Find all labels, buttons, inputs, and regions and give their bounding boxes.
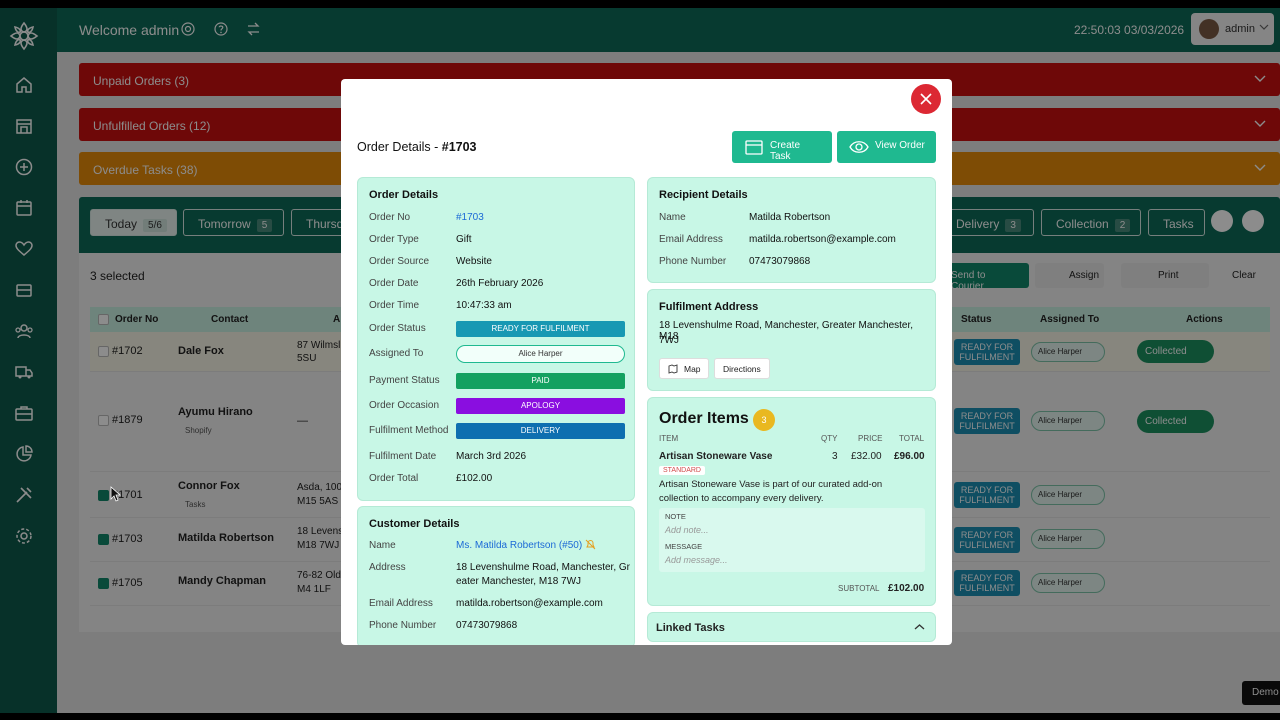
payment-status-badge: PAID [456, 373, 625, 389]
field-label: Order Type [369, 234, 419, 245]
order-items-heading: Order Items [659, 410, 749, 427]
field-label: Email Address [659, 234, 723, 245]
field-label: Fulfilment Method [369, 425, 449, 436]
item-notes: NOTE Add note... MESSAGE Add message... [659, 508, 925, 572]
note-label: NOTE [665, 512, 686, 521]
recipient-phone: 07473079868 [749, 256, 811, 267]
field-label: Order Status [369, 323, 426, 334]
field-label: Name [659, 212, 686, 223]
customer-phone: 07473079868 [456, 620, 518, 631]
field-label: Address [369, 562, 406, 573]
col-item: ITEM [659, 434, 679, 443]
item-tag: STANDARD [659, 466, 705, 475]
directions-button[interactable]: Directions [714, 358, 770, 379]
fulfilment-address: 18 Levenshulme Road, Manchester, Greater… [659, 320, 914, 342]
field-label: Assigned To [369, 348, 424, 359]
map-button[interactable]: Map [659, 358, 709, 379]
linked-tasks-label: Linked Tasks [656, 622, 725, 634]
col-price: PRICE [858, 434, 883, 443]
field-label: Order Total [369, 473, 419, 484]
occasion-badge: APOLOGY [456, 398, 625, 414]
order-status-badge: READY FOR FULFILMENT [456, 321, 625, 337]
card-heading: Fulfilment Address [659, 301, 759, 313]
subtotal-label: SUBTOTAL [838, 584, 880, 593]
col-total: TOTAL [899, 434, 925, 443]
chevron-up-icon [914, 622, 925, 636]
order-total: £102.00 [456, 473, 493, 484]
message-label: MESSAGE [665, 542, 703, 551]
fulfilment-address-card: Fulfilment Address 18 Levenshulme Road, … [647, 289, 936, 391]
app-window: Welcome admin 22:50:03 03/03/2026 admin … [0, 8, 1280, 713]
items-count-badge: 3 [753, 409, 775, 431]
item-name: Artisan Stoneware Vase [659, 451, 773, 462]
bell-off-icon [585, 539, 596, 553]
fulfilment-method-badge: DELIVERY [456, 423, 625, 439]
subtotal-value: £102.00 [888, 583, 925, 594]
calendar-icon [745, 139, 763, 158]
field-label: Name [369, 540, 396, 551]
note-input[interactable]: Add note... [665, 525, 919, 539]
customer-details-card: Customer Details Name Ms. Matilda Robert… [357, 506, 635, 645]
modal-title: Order Details - #1703 [357, 140, 477, 154]
customer-address-line2: eater Manchester, M18 7WJ [456, 576, 582, 587]
mouse-cursor-icon [110, 486, 122, 505]
fulfilment-address-line2: 7WJ [659, 335, 679, 346]
item-description-line2: collection to accompany every delivery. [659, 493, 824, 504]
item-description: Artisan Stoneware Vase is part of our cu… [659, 479, 883, 490]
order-source: Website [456, 256, 492, 267]
order-items-card: Order Items 3 ITEM QTY PRICE TOTAL Artis… [647, 397, 936, 606]
modal-title-number: #1703 [441, 140, 477, 154]
recipient-name: Matilda Robertson [749, 212, 831, 223]
customer-address: 18 Levenshulme Road, Manchester, Gr [456, 562, 630, 573]
customer-email: matilda.robertson@example.com [456, 598, 603, 609]
modal-title-text: Order Details - [357, 140, 442, 154]
item-total: £96.00 [894, 451, 925, 462]
map-icon [668, 364, 678, 377]
field-label: Order Time [369, 300, 420, 311]
close-button[interactable] [911, 84, 941, 114]
linked-tasks-accordion[interactable]: Linked Tasks [647, 612, 936, 642]
order-date: 26th February 2026 [456, 278, 544, 289]
field-label: Order Source [369, 256, 430, 267]
item-price: £32.00 [851, 451, 882, 462]
recipient-details-card: Recipient Details Name Matilda Robertson… [647, 177, 936, 283]
field-label: Order No [369, 212, 411, 223]
eye-icon [849, 140, 869, 157]
field-label: Phone Number [369, 620, 437, 631]
recipient-email: matilda.robertson@example.com [749, 234, 896, 245]
message-input[interactable]: Add message... [665, 555, 919, 569]
order-details-card: Order Details Order No #1703 Order Type … [357, 177, 635, 501]
close-icon [920, 93, 932, 108]
card-heading: Order Details [369, 189, 439, 201]
order-no-link[interactable]: #1703 [456, 212, 484, 223]
field-label: Email Address [369, 598, 433, 609]
field-label: Payment Status [369, 375, 440, 386]
customer-name-link[interactable]: Ms. Matilda Robertson (#50) [456, 540, 582, 551]
card-heading: Recipient Details [659, 189, 748, 201]
field-label: Order Occasion [369, 400, 440, 411]
field-label: Order Date [369, 278, 419, 289]
order-details-modal: Order Details - #1703 Create Task View O… [341, 79, 952, 645]
item-qty: 3 [832, 451, 838, 462]
assigned-to-pill[interactable]: Alice Harper [456, 345, 625, 363]
field-label: Phone Number [659, 256, 727, 267]
field-label: Fulfilment Date [369, 451, 437, 462]
card-heading: Customer Details [369, 518, 460, 530]
order-type: Gift [456, 234, 472, 245]
col-qty: QTY [821, 434, 838, 443]
order-time: 10:47:33 am [456, 300, 512, 311]
fulfilment-date: March 3rd 2026 [456, 451, 527, 462]
